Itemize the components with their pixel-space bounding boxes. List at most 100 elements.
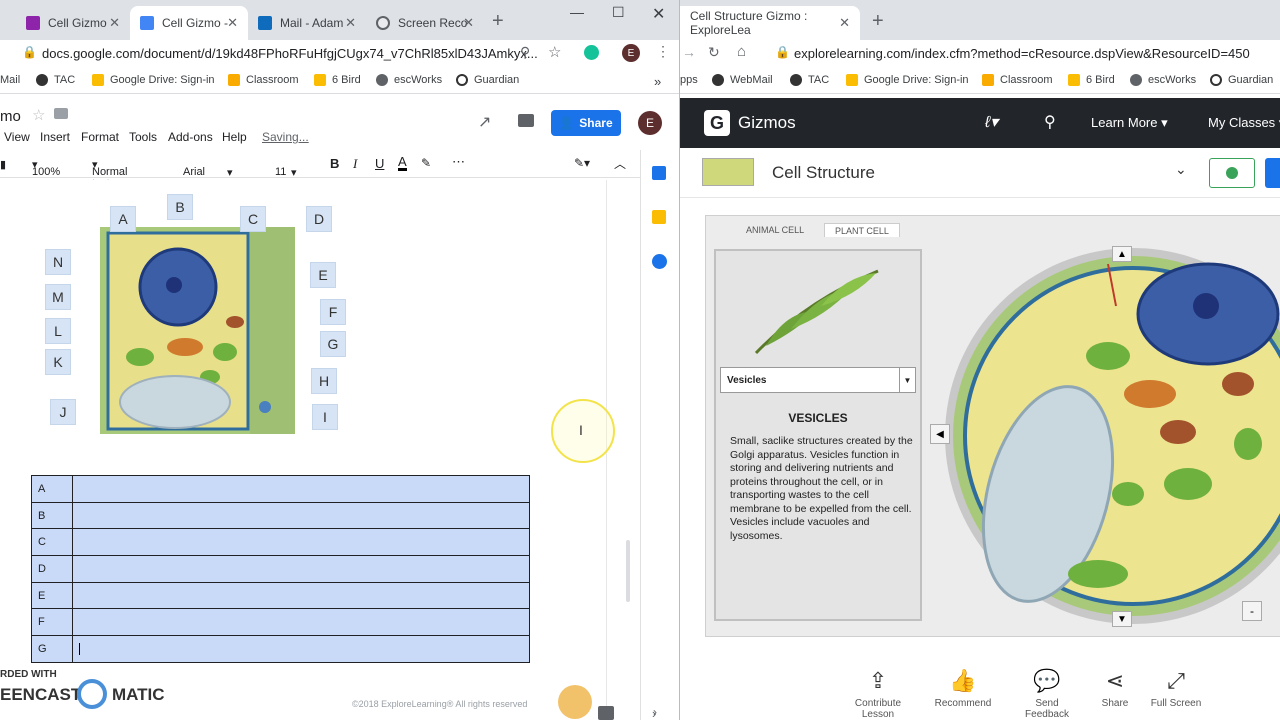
launch-button[interactable] (1265, 158, 1280, 188)
bookmark-6bird[interactable]: 6 Bird (314, 74, 361, 86)
search-icon[interactable]: ⚲ (1044, 112, 1056, 132)
more-icon[interactable]: ⋯ (452, 154, 465, 170)
bold-button[interactable]: B (330, 156, 339, 171)
collapse-icon[interactable]: ︿ (614, 155, 626, 172)
editing-mode-icon[interactable]: ✎▾ (574, 156, 590, 170)
bookmark-classroom[interactable]: Classroom (982, 74, 1053, 86)
bookmark-tac[interactable]: TAC (790, 74, 829, 86)
browser-tab-gizmo[interactable]: Cell Structure Gizmo : ExploreLea ✕ (680, 6, 860, 40)
add-button[interactable] (1209, 158, 1255, 188)
bookmark-webmail[interactable]: WebMail (712, 74, 773, 86)
activity-icon[interactable]: ↗ (478, 112, 491, 132)
menu-addons[interactable]: Add-ons (168, 130, 213, 144)
browser-tab-2[interactable]: Cell Gizmo - ✕ (130, 6, 248, 40)
nav-learn-more[interactable]: Learn More ▾ (1091, 115, 1168, 131)
address-bar[interactable]: → ↻ ⌂ 🔒 explorelearning.com/index.cfm?me… (680, 40, 1280, 68)
nav-my-classes[interactable]: My Classes ▾ (1208, 115, 1280, 131)
share-button[interactable]: 👤 Share (551, 110, 621, 136)
text-color-button[interactable]: A (398, 155, 407, 171)
new-tab-button[interactable]: + (872, 10, 884, 33)
table-cell-input[interactable] (72, 608, 530, 637)
new-tab-button[interactable]: + (492, 10, 504, 33)
reload-icon[interactable]: ↻ (708, 44, 720, 61)
close-icon[interactable]: ✕ (463, 15, 474, 31)
menu-view[interactable]: View (4, 130, 30, 144)
bookmark-classroom[interactable]: Classroom (228, 74, 299, 86)
gizmos-logo-icon[interactable]: G (704, 110, 730, 136)
pan-up-button[interactable]: ▲ (1112, 246, 1132, 262)
document-title[interactable]: mo (0, 108, 21, 125)
tasks-icon[interactable] (652, 254, 667, 269)
bookmark-escworks[interactable]: escWorks (376, 74, 442, 86)
highlight-icon[interactable]: ✎ (421, 156, 431, 170)
menu-help[interactable]: Help (222, 130, 247, 144)
pan-left-button[interactable]: ◀ (930, 424, 950, 444)
pan-down-button[interactable]: ▼ (1112, 611, 1132, 627)
bookmarks-overflow-icon[interactable]: » (654, 74, 661, 89)
table-cell-input[interactable] (72, 528, 530, 557)
share-button[interactable]: ⋖ Share (1080, 668, 1150, 709)
bookmark-drive[interactable]: Google Drive: Sign-in (92, 74, 215, 86)
minimize-icon[interactable]: — (570, 4, 584, 20)
paint-format-icon[interactable]: ▮ (0, 158, 6, 171)
tab-animal-cell[interactable]: ANIMAL CELL (736, 223, 814, 237)
close-icon[interactable]: ✕ (109, 15, 120, 31)
table-cell-input[interactable] (72, 475, 530, 503)
zoom-out-button[interactable]: - (1242, 601, 1262, 621)
forward-icon[interactable]: → (682, 44, 696, 60)
bookmark-6bird[interactable]: 6 Bird (1068, 74, 1115, 86)
folder-icon[interactable] (54, 108, 68, 119)
scrollbar-thumb[interactable] (626, 540, 630, 602)
brand-name[interactable]: Gizmos (738, 113, 796, 133)
table-cell-input[interactable] (72, 635, 530, 663)
address-bar[interactable]: 🔒 docs.google.com/document/d/19kd48FPhoR… (0, 40, 679, 68)
contribute-lesson-button[interactable]: ⇪ Contribute Lesson (843, 668, 913, 720)
bookmark-mail[interactable]: Mail (0, 74, 20, 86)
star-icon[interactable]: ☆ (32, 106, 45, 124)
underline-button[interactable]: U (375, 156, 384, 171)
star-icon[interactable]: ☆ (548, 43, 561, 61)
send-feedback-button[interactable]: 💬 Send Feedback (1012, 668, 1082, 720)
comment-icon[interactable] (518, 114, 534, 127)
italic-button[interactable]: I (353, 156, 357, 172)
calendar-icon[interactable] (652, 166, 666, 180)
organelle-select[interactable]: Vesicles ▼ (720, 367, 916, 393)
plant-cell-view[interactable] (938, 244, 1280, 628)
maximize-icon[interactable]: ☐ (612, 4, 625, 21)
window-close-icon[interactable]: ✕ (652, 4, 665, 24)
browser-tab-4[interactable]: Screen Reco ✕ (366, 6, 484, 40)
close-icon[interactable]: ✕ (227, 15, 238, 31)
account-avatar[interactable]: E (638, 111, 662, 135)
keep-icon[interactable] (652, 210, 666, 224)
browser-tab-1[interactable]: Cell Gizmo ✕ (16, 6, 130, 40)
bookmark-apps[interactable]: pps (680, 74, 698, 86)
bookmark-guardian[interactable]: Guardian (1210, 74, 1273, 86)
browser-tab-3[interactable]: Mail - Adam ✕ (248, 6, 366, 40)
menu-tools[interactable]: Tools (129, 130, 157, 144)
style-select[interactable]: Normal text ▾ (92, 158, 127, 190)
bookmark-escworks[interactable]: escWorks (1130, 74, 1196, 86)
more-icon[interactable]: ⋮ (656, 43, 670, 60)
recommend-button[interactable]: 👍 Recommend (928, 668, 998, 709)
add-icon[interactable] (598, 706, 614, 720)
close-icon[interactable]: ✕ (839, 15, 850, 31)
bookmark-drive[interactable]: Google Drive: Sign-in (846, 74, 969, 86)
menu-format[interactable]: Format (81, 130, 119, 144)
table-cell-input[interactable] (72, 581, 530, 610)
full-screen-button[interactable]: ⤢ Full Screen (1141, 668, 1211, 709)
profile-avatar[interactable]: E (622, 44, 640, 62)
table-cell-input[interactable] (72, 501, 530, 530)
bookmark-tac[interactable]: TAC (36, 74, 75, 86)
tab-plant-cell[interactable]: PLANT CELL (824, 223, 900, 237)
close-icon[interactable]: ✕ (345, 15, 356, 31)
grammarly-icon[interactable] (584, 45, 599, 60)
table-cell-input[interactable] (72, 555, 530, 583)
chevron-right-icon[interactable]: › (652, 706, 656, 720)
chevron-down-icon[interactable]: ⌄ (1175, 161, 1187, 178)
search-icon[interactable]: ⚲ (520, 44, 530, 61)
home-icon[interactable]: ⌂ (737, 43, 746, 60)
menu-insert[interactable]: Insert (40, 130, 70, 144)
bookmark-guardian[interactable]: Guardian (456, 74, 519, 86)
el-logo-icon[interactable]: ℓ▾ (985, 112, 998, 132)
zoom-select[interactable]: 100% ▾ (32, 158, 60, 178)
